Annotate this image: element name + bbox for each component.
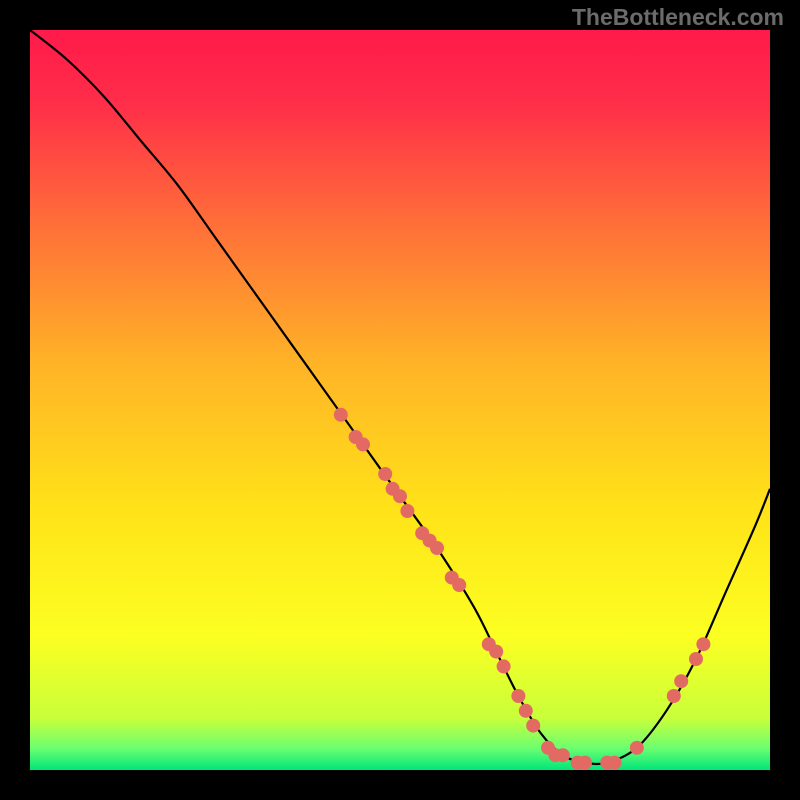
data-point <box>674 674 688 688</box>
data-point <box>356 437 370 451</box>
data-point <box>696 637 710 651</box>
data-point <box>497 659 511 673</box>
data-point <box>608 756 622 770</box>
data-point <box>393 489 407 503</box>
watermark-text: TheBottleneck.com <box>572 4 784 31</box>
chart-container: TheBottleneck.com <box>0 0 800 800</box>
data-point <box>689 652 703 666</box>
data-point <box>452 578 466 592</box>
data-point <box>667 689 681 703</box>
data-point <box>556 748 570 762</box>
plot-area <box>30 30 770 770</box>
data-point <box>630 741 644 755</box>
data-point <box>430 541 444 555</box>
data-point <box>334 408 348 422</box>
data-point <box>519 704 533 718</box>
chart-svg <box>30 30 770 770</box>
data-point <box>526 719 540 733</box>
data-point <box>511 689 525 703</box>
data-point <box>378 467 392 481</box>
data-point <box>578 756 592 770</box>
data-point <box>400 504 414 518</box>
data-point <box>489 645 503 659</box>
